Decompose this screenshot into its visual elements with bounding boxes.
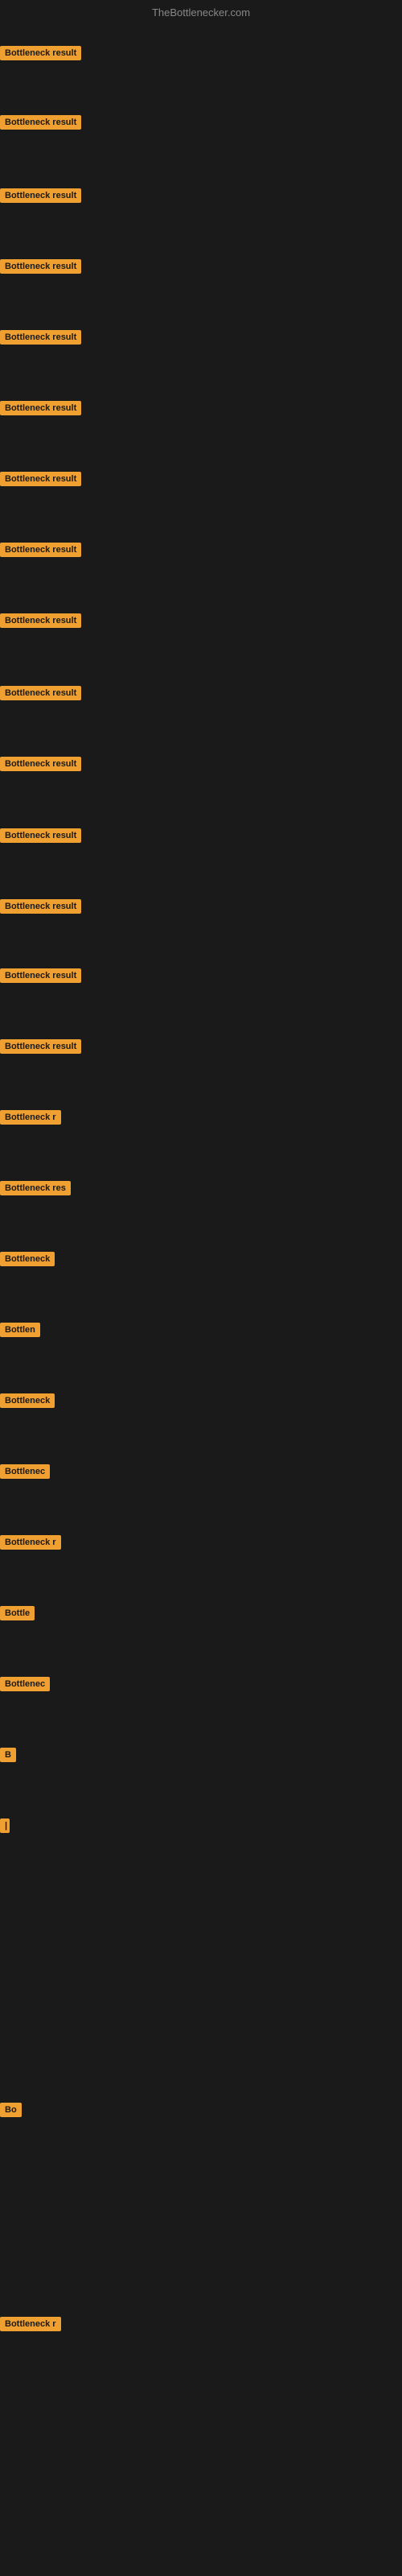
bottleneck-result-label: Bottleneck result bbox=[0, 188, 81, 203]
bottleneck-result-label: Bottlenec bbox=[0, 1677, 50, 1691]
site-title: TheBottlenecker.com bbox=[152, 6, 250, 19]
bottleneck-result-label: Bottleneck bbox=[0, 1393, 55, 1408]
bottleneck-result-label: Bottleneck result bbox=[0, 899, 81, 914]
bottleneck-result-label: Bottleneck result bbox=[0, 968, 81, 983]
bottleneck-result-label: Bottleneck result bbox=[0, 613, 81, 628]
bottleneck-result-label: Bottleneck result bbox=[0, 1039, 81, 1054]
bottleneck-result-label: Bottlenec bbox=[0, 1464, 50, 1479]
bottleneck-result-label: Bottleneck result bbox=[0, 757, 81, 771]
bottleneck-result-label: Bottleneck r bbox=[0, 1110, 61, 1125]
bottleneck-result-label: Bottleneck result bbox=[0, 828, 81, 843]
bottleneck-result-label: Bottleneck bbox=[0, 1252, 55, 1266]
bottleneck-result-label: B bbox=[0, 1748, 16, 1762]
bottleneck-result-label: Bottleneck result bbox=[0, 330, 81, 345]
bottleneck-result-label: Bottleneck result bbox=[0, 472, 81, 486]
bottleneck-result-label: Bottle bbox=[0, 1606, 35, 1620]
bottleneck-result-label: Bottlen bbox=[0, 1323, 40, 1337]
bottleneck-result-label: Bo bbox=[0, 2103, 22, 2117]
bottleneck-result-label: Bottleneck r bbox=[0, 2317, 61, 2331]
bottleneck-result-label: Bottleneck result bbox=[0, 115, 81, 130]
bottleneck-result-label: Bottleneck result bbox=[0, 259, 81, 274]
bottleneck-result-label: Bottleneck result bbox=[0, 401, 81, 415]
bottleneck-result-label: Bottleneck r bbox=[0, 1535, 61, 1550]
bottleneck-result-label: Bottleneck result bbox=[0, 46, 81, 60]
bottleneck-result-label: Bottleneck result bbox=[0, 543, 81, 557]
bottleneck-result-label: | bbox=[0, 1818, 10, 1833]
bottleneck-result-label: Bottleneck result bbox=[0, 686, 81, 700]
bottleneck-result-label: Bottleneck res bbox=[0, 1181, 71, 1195]
